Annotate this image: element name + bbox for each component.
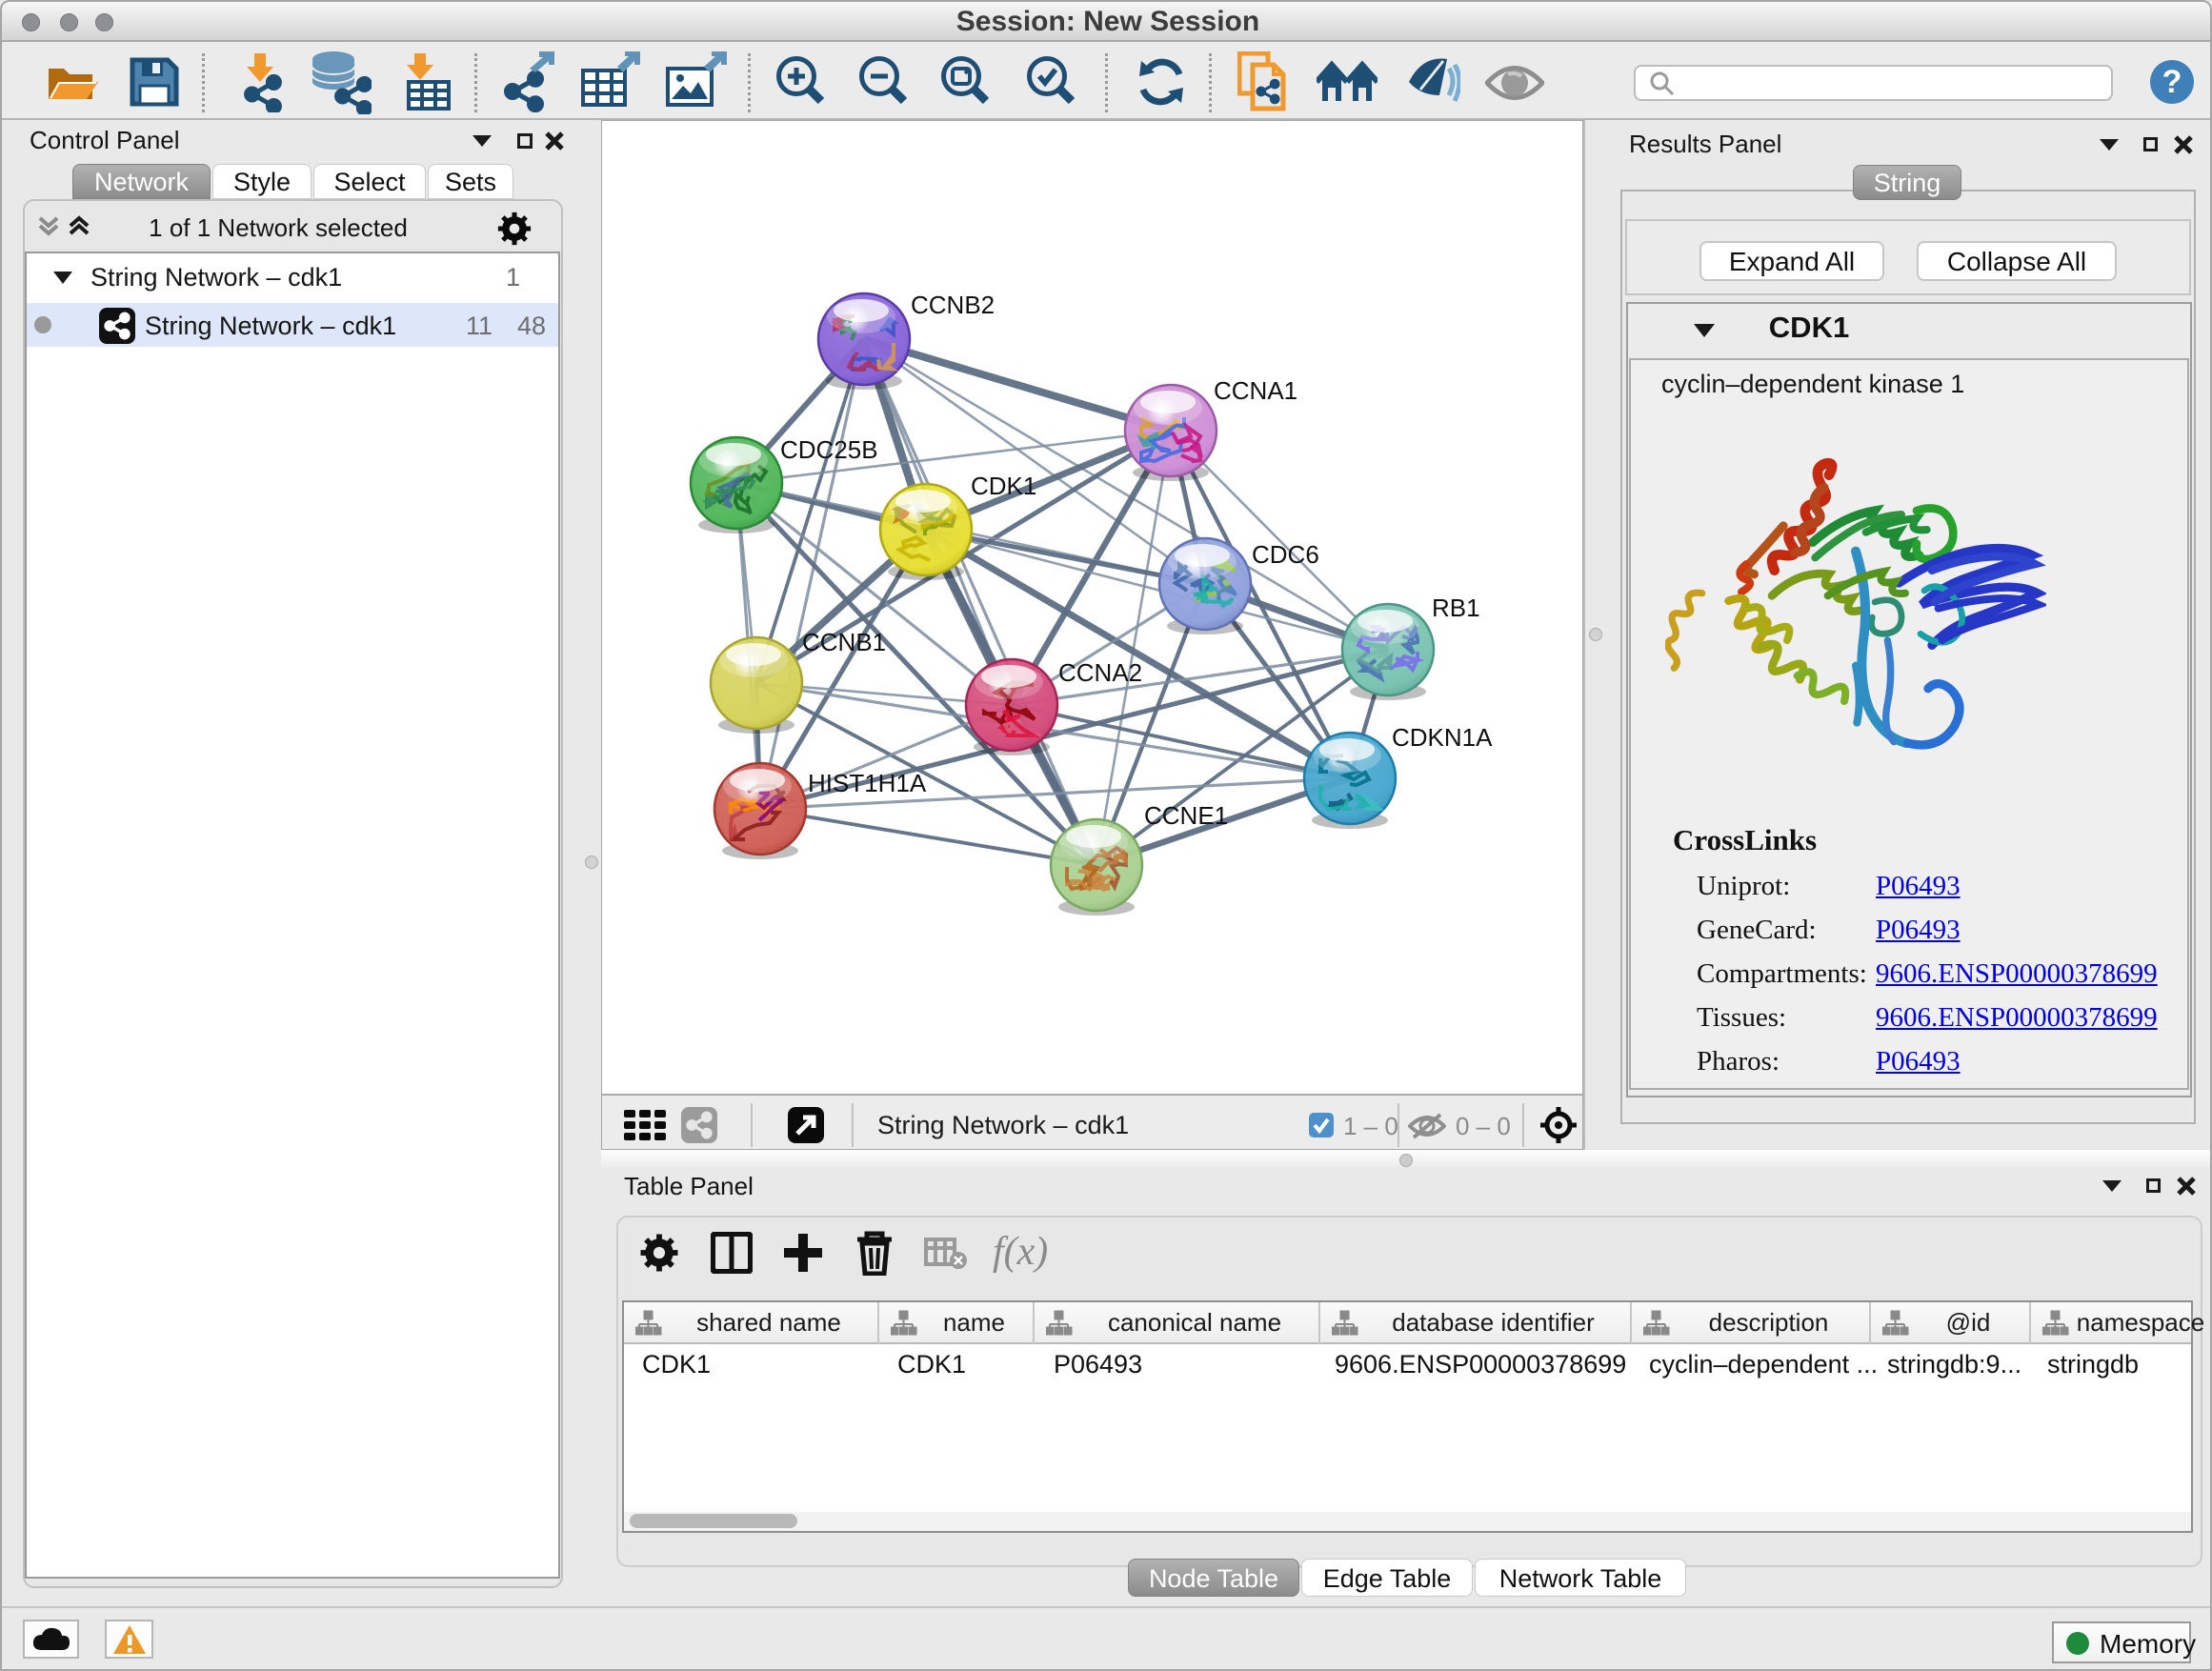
- svg-text:CCNB2: CCNB2: [911, 291, 995, 319]
- svg-text:CDKN1A: CDKN1A: [1392, 723, 1493, 752]
- svg-text:CDK1: CDK1: [971, 472, 1036, 500]
- svg-text:CCNA1: CCNA1: [1214, 376, 1297, 405]
- svg-text:CCNB1: CCNB1: [802, 628, 886, 656]
- svg-text:CCNE1: CCNE1: [1144, 801, 1228, 830]
- svg-text:CDC6: CDC6: [1252, 540, 1319, 569]
- svg-text:CDC25B: CDC25B: [780, 435, 878, 464]
- svg-text:HIST1H1A: HIST1H1A: [808, 769, 927, 797]
- svg-text:RB1: RB1: [1432, 594, 1480, 622]
- svg-text:CCNA2: CCNA2: [1058, 658, 1142, 687]
